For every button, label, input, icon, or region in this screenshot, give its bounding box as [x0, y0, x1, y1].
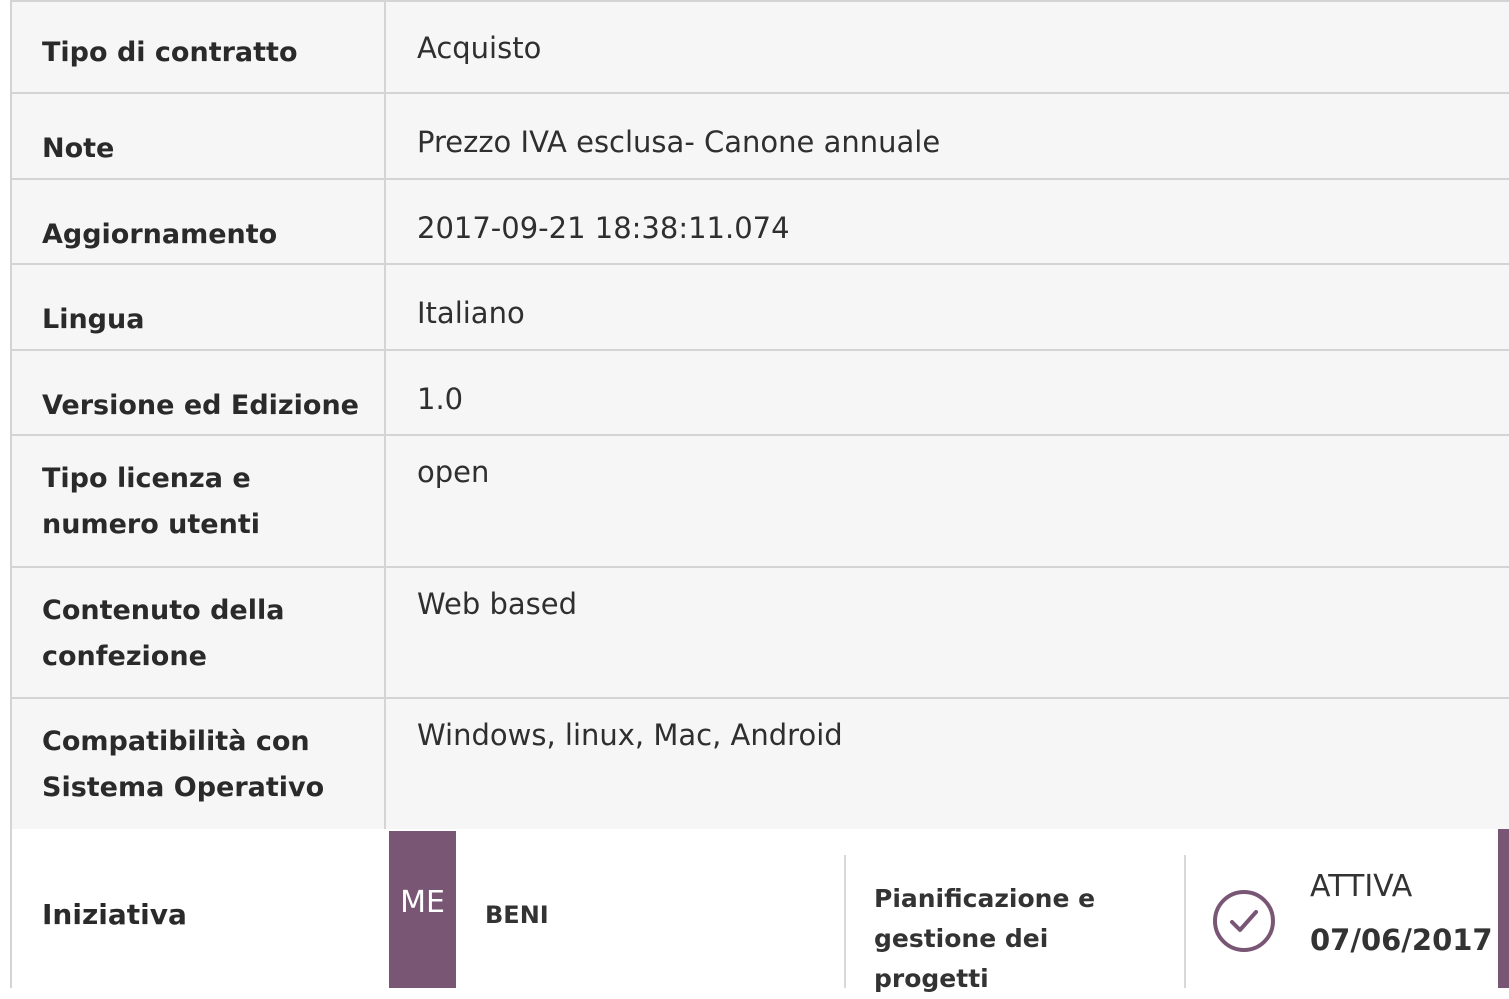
row-label: Aggiornamento [12, 180, 386, 263]
check-circle-icon [1213, 890, 1275, 952]
table-row: Note Prezzo IVA esclusa- Canone annuale [12, 94, 1509, 180]
details-table: Tipo di contratto Acquisto Note Prezzo I… [10, 0, 1509, 831]
table-row: Lingua Italiano [12, 265, 1509, 351]
row-label: Lingua [12, 265, 386, 349]
row-label: Note [12, 94, 386, 178]
row-label: Contenuto della confezione [12, 568, 386, 697]
divider [844, 855, 846, 988]
table-row: Contenuto della confezione Web based [12, 568, 1509, 699]
row-value: Italiano [417, 296, 525, 330]
row-value: Web based [417, 587, 577, 621]
table-row: Aggiornamento 2017-09-21 18:38:11.074 [12, 180, 1509, 265]
table-row: Tipo licenza e numero utenti open [12, 436, 1509, 568]
row-label: Tipo di contratto [12, 2, 386, 92]
row-label: Versione ed Edizione [12, 351, 386, 434]
divider [1184, 855, 1186, 988]
row-value: 1.0 [417, 382, 464, 416]
row-value: 2017-09-21 18:38:11.074 [417, 211, 790, 245]
row-label: Compatibilità con Sistema Operativo [12, 699, 386, 829]
row-label: Tipo licenza e numero utenti [12, 436, 386, 566]
iniziativa-category: BENI [485, 901, 549, 929]
row-value: open [417, 455, 490, 489]
accent-bar [1498, 829, 1509, 988]
status-date: 07/06/2017 [1310, 923, 1493, 957]
iniziativa-row: Iniziativa ME BENI Pianificazione e gest… [10, 829, 1509, 993]
row-value: Windows, linux, Mac, Android [417, 718, 843, 752]
row-value: Prezzo IVA esclusa- Canone annuale [417, 125, 941, 159]
table-row: Versione ed Edizione 1.0 [12, 351, 1509, 436]
table-row: Tipo di contratto Acquisto [12, 0, 1509, 94]
status-text: ATTIVA [1310, 869, 1413, 904]
iniziativa-label: Iniziativa [42, 898, 187, 931]
row-value: Acquisto [417, 31, 542, 65]
iniziativa-area: Pianificazione e gestione dei progetti [874, 884, 1096, 993]
table-row: Compatibilità con Sistema Operativo Wind… [12, 699, 1509, 831]
iniziativa-badge: ME [389, 831, 456, 988]
